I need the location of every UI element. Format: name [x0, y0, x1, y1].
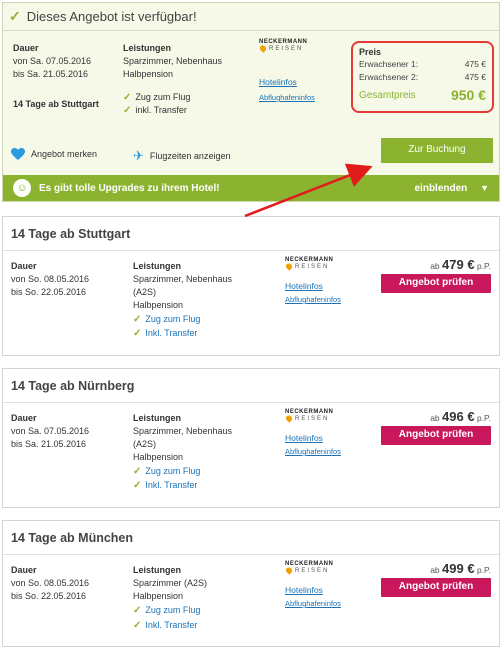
offer-card: 14 Tage ab Stuttgart Dauer von So. 08.05… [2, 216, 500, 356]
board-type: Halbpension [133, 452, 184, 462]
merken-label: Angebot merken [31, 149, 98, 159]
checkmark-icon: ✓ [123, 92, 132, 103]
selected-offer-panel: ✓ Dieses Angebot ist verfügbar! Dauer vo… [2, 2, 500, 202]
feature-item: ✓ inkl. Transfer [123, 105, 187, 116]
feature-item: ✓ Inkl. Transfer [133, 480, 198, 491]
board-type: Halbpension [123, 69, 174, 79]
checkmark-icon: ✓ [133, 480, 142, 491]
checkmark-icon: ✓ [123, 105, 132, 116]
hotelinfos-link[interactable]: Hotelinfos [285, 585, 323, 595]
date-from: von So. 08.05.2016 [11, 274, 90, 284]
offer-card-title: 14 Tage ab Stuttgart [3, 217, 499, 251]
feature-item: ✓ Inkl. Transfer [133, 620, 198, 631]
price-per-person: ab 496 € p.P. [430, 409, 491, 424]
hotelinfos-link[interactable]: Hotelinfos [285, 281, 323, 291]
merken-button[interactable]: Angebot merken [11, 148, 97, 160]
offer-card: 14 Tage ab Nürnberg Dauer von Sa. 07.05.… [2, 368, 500, 508]
offer-card-title: 14 Tage ab Nürnberg [3, 369, 499, 403]
date-to: bis Sa. 21.05.2016 [13, 69, 89, 79]
neckermann-logo: NECKERMANN REISEN [258, 39, 308, 53]
feature-item: ✓ Zug zum Flug [133, 466, 201, 477]
date-to: bis Sa. 21.05.2016 [11, 439, 87, 449]
angebot-pruefen-button[interactable]: Angebot prüfen [381, 426, 491, 445]
leistungen-label: Leistungen [133, 565, 182, 575]
dauer-label: Dauer [11, 261, 37, 271]
upgrade-banner[interactable]: ☺ Es gibt tolle Upgrades zu ihrem Hotel!… [3, 175, 499, 201]
leistungen-label: Leistungen [123, 43, 172, 53]
flugzeiten-button[interactable]: ✈ Flugzeiten anzeigen [133, 148, 230, 164]
heart-icon [284, 566, 294, 575]
price-row: Erwachsener 1: 475 € [359, 59, 486, 69]
price-summary-box: Preis Erwachsener 1: 475 € Erwachsener 2:… [351, 41, 494, 113]
abflughafeninfos-link[interactable]: Abflughafeninfos [285, 447, 341, 456]
checkmark-icon: ✓ [133, 328, 142, 339]
offer-available-title: Dieses Angebot ist verfügbar! [26, 9, 197, 24]
dauer-label: Dauer [13, 43, 39, 53]
offer-card-title: 14 Tage ab München [3, 521, 499, 555]
price-per-person: ab 479 € p.P. [430, 257, 491, 272]
checkmark-icon: ✓ [9, 8, 21, 24]
smiley-icon: ☺ [13, 179, 31, 197]
heart-icon [11, 148, 25, 160]
offer-available-header: ✓ Dieses Angebot ist verfügbar! [3, 3, 499, 31]
room-code: (A2S) [133, 287, 157, 297]
price-row: Erwachsener 2: 475 € [359, 72, 486, 82]
feature-item: ✓ Zug zum Flug [133, 314, 201, 325]
neckermann-logo: NECKERMANN REISEN [284, 257, 334, 271]
checkmark-icon: ✓ [133, 605, 142, 616]
checkmark-icon: ✓ [133, 620, 142, 631]
feature-item: ✓ Zug zum Flug [123, 92, 191, 103]
room-code: (A2S) [133, 439, 157, 449]
price-per-person: ab 499 € p.P. [430, 561, 491, 576]
chevron-down-icon: ▼ [480, 182, 489, 193]
room-type: Sparzimmer, Nebenhaus [133, 274, 233, 284]
flugzeiten-label: Flugzeiten anzeigen [149, 151, 231, 161]
angebot-pruefen-button[interactable]: Angebot prüfen [381, 274, 491, 293]
leistungen-label: Leistungen [133, 413, 182, 423]
zur-buchung-button[interactable]: Zur Buchung [381, 138, 493, 163]
offer-card: 14 Tage ab München Dauer von So. 08.05.2… [2, 520, 500, 647]
feature-item: ✓ Inkl. Transfer [133, 328, 198, 339]
abflughafeninfos-link[interactable]: Abflughafeninfos [285, 295, 341, 304]
total-price-row: Gesamtpreis 950 € [359, 87, 486, 103]
trip-duration: 14 Tage ab Stuttgart [13, 99, 99, 109]
hotelinfos-link[interactable]: Hotelinfos [285, 433, 323, 443]
date-from: von Sa. 07.05.2016 [11, 426, 90, 436]
board-type: Halbpension [133, 591, 184, 601]
dauer-label: Dauer [11, 565, 37, 575]
checkmark-icon: ✓ [133, 314, 142, 325]
abflughafeninfos-link[interactable]: Abflughafeninfos [259, 93, 315, 102]
room-type: Sparzimmer, Nebenhaus [133, 426, 233, 436]
preis-label: Preis [359, 47, 382, 57]
heart-icon [258, 44, 268, 53]
checkmark-icon: ✓ [133, 466, 142, 477]
room-type: Sparzimmer, Nebenhaus [123, 56, 223, 66]
heart-icon [284, 262, 294, 271]
date-to: bis So. 22.05.2016 [11, 591, 87, 601]
einblenden-toggle[interactable]: einblenden ▼ [415, 183, 490, 194]
date-to: bis So. 22.05.2016 [11, 287, 87, 297]
upgrade-text: Es gibt tolle Upgrades zu ihrem Hotel! [39, 182, 220, 194]
airplane-icon: ✈ [133, 148, 144, 163]
date-from: von Sa. 07.05.2016 [13, 56, 92, 66]
neckermann-logo: NECKERMANN REISEN [284, 561, 334, 575]
neckermann-logo: NECKERMANN REISEN [284, 409, 334, 423]
feature-item: ✓ Zug zum Flug [133, 605, 201, 616]
angebot-pruefen-button[interactable]: Angebot prüfen [381, 578, 491, 597]
abflughafeninfos-link[interactable]: Abflughafeninfos [285, 599, 341, 608]
room-type: Sparzimmer (A2S) [133, 578, 208, 588]
board-type: Halbpension [133, 300, 184, 310]
leistungen-label: Leistungen [133, 261, 182, 271]
hotelinfos-link[interactable]: Hotelinfos [259, 77, 297, 87]
dauer-label: Dauer [11, 413, 37, 423]
date-from: von So. 08.05.2016 [11, 578, 90, 588]
heart-icon [284, 414, 294, 423]
